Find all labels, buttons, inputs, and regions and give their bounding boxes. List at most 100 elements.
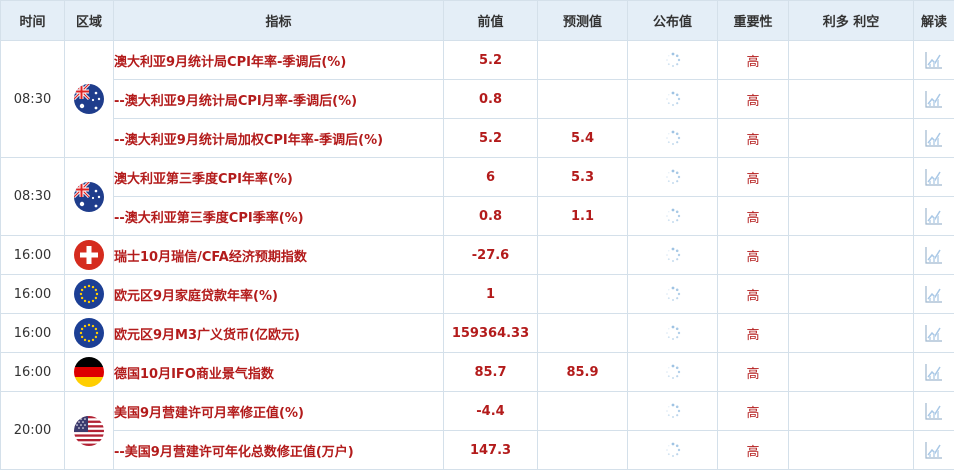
germany-flag-icon [74,357,104,387]
forecast-value: 85.9 [538,353,628,392]
analysis-link[interactable] [914,80,954,119]
table-row[interactable]: 16:00瑞士10月瑞信/CFA经济预期指数-27.6高 [1,236,954,275]
header-indicator: 指标 [114,1,444,41]
event-time: 16:00 [1,275,65,314]
impact-value [789,314,914,353]
actual-value [628,158,718,197]
line-chart-icon[interactable] [924,92,944,107]
loading-spinner-icon [665,92,681,107]
table-row[interactable]: 20:00美国9月营建许可月率修正值(%)-4.4高 [1,392,954,431]
table-row[interactable]: 08:30澳大利亚第三季度CPI年率(%)65.3高 [1,158,954,197]
indicator-name[interactable]: --美国9月营建许可年化总数修正值(万户) [114,431,444,470]
eu-flag-icon [74,279,104,309]
analysis-link[interactable] [914,41,954,80]
line-chart-icon[interactable] [924,326,944,341]
table-row[interactable]: --澳大利亚9月统计局加权CPI年率-季调后(%)5.25.4高 [1,119,954,158]
indicator-name[interactable]: 欧元区9月M3广义货币(亿欧元) [114,314,444,353]
line-chart-icon[interactable] [924,287,944,302]
indicator-name[interactable]: --澳大利亚9月统计局加权CPI年率-季调后(%) [114,119,444,158]
indicator-name[interactable]: 瑞士10月瑞信/CFA经济预期指数 [114,236,444,275]
header-forecast: 预测值 [538,1,628,41]
header-impact: 利多 利空 [789,1,914,41]
indicator-name[interactable]: 澳大利亚9月统计局CPI年率-季调后(%) [114,41,444,80]
region-flag [65,353,114,392]
indicator-name[interactable]: 澳大利亚第三季度CPI年率(%) [114,158,444,197]
indicator-name[interactable]: 德国10月IFO商业景气指数 [114,353,444,392]
region-flag [65,236,114,275]
analysis-link[interactable] [914,119,954,158]
analysis-link[interactable] [914,314,954,353]
importance-value: 高 [718,119,789,158]
previous-value: 0.8 [444,80,538,119]
analysis-link[interactable] [914,275,954,314]
analysis-link[interactable] [914,392,954,431]
header-previous: 前值 [444,1,538,41]
analysis-link[interactable] [914,431,954,470]
forecast-value: 5.4 [538,119,628,158]
actual-value [628,314,718,353]
line-chart-icon[interactable] [924,443,944,458]
previous-value: 159364.33 [444,314,538,353]
impact-value [789,353,914,392]
actual-value [628,275,718,314]
line-chart-icon[interactable] [924,248,944,263]
switzerland-flag-icon [74,240,104,270]
impact-value [789,80,914,119]
previous-value: 6 [444,158,538,197]
event-time: 16:00 [1,314,65,353]
table-row[interactable]: 08:30澳大利亚9月统计局CPI年率-季调后(%)5.2高 [1,41,954,80]
indicator-name[interactable]: 美国9月营建许可月率修正值(%) [114,392,444,431]
forecast-value [538,314,628,353]
table-row[interactable]: 16:00 欧元区9月M3广义货币(亿欧元)159364.33 高 [1,314,954,353]
indicator-name[interactable]: --澳大利亚9月统计局CPI月率-季调后(%) [114,80,444,119]
analysis-link[interactable] [914,158,954,197]
impact-value [789,158,914,197]
usa-flag-icon [74,416,104,446]
header-region: 区域 [65,1,114,41]
previous-value: 5.2 [444,41,538,80]
impact-value [789,197,914,236]
importance-value: 高 [718,314,789,353]
actual-value [628,353,718,392]
actual-value [628,41,718,80]
analysis-link[interactable] [914,353,954,392]
indicator-name[interactable]: 欧元区9月家庭贷款年率(%) [114,275,444,314]
actual-value [628,197,718,236]
previous-value: 147.3 [444,431,538,470]
table-row[interactable]: --澳大利亚第三季度CPI季率(%)0.81.1高 [1,197,954,236]
line-chart-icon[interactable] [924,209,944,224]
line-chart-icon[interactable] [924,131,944,146]
importance-value: 高 [718,158,789,197]
table-row[interactable]: 16:00 德国10月IFO商业景气指数85.785.9 高 [1,353,954,392]
analysis-link[interactable] [914,197,954,236]
line-chart-icon[interactable] [924,365,944,380]
event-time: 16:00 [1,353,65,392]
indicator-name[interactable]: --澳大利亚第三季度CPI季率(%) [114,197,444,236]
impact-value [789,392,914,431]
region-flag [65,41,114,158]
loading-spinner-icon [665,326,681,341]
loading-spinner-icon [665,248,681,263]
table-header-row: 时间 区域 指标 前值 预测值 公布值 重要性 利多 利空 解读 [1,1,954,41]
table-row[interactable]: --美国9月营建许可年化总数修正值(万户)147.3高 [1,431,954,470]
line-chart-icon[interactable] [924,170,944,185]
previous-value: 85.7 [444,353,538,392]
region-flag [65,158,114,236]
analysis-link[interactable] [914,236,954,275]
forecast-value [538,236,628,275]
importance-value: 高 [718,80,789,119]
actual-value [628,392,718,431]
loading-spinner-icon [665,443,681,458]
event-time: 08:30 [1,41,65,158]
table-row[interactable]: --澳大利亚9月统计局CPI月率-季调后(%)0.8 高 [1,80,954,119]
actual-value [628,236,718,275]
impact-value [789,236,914,275]
importance-value: 高 [718,353,789,392]
line-chart-icon[interactable] [924,404,944,419]
previous-value: 0.8 [444,197,538,236]
header-actual: 公布值 [628,1,718,41]
table-row[interactable]: 16:00欧元区9月家庭贷款年率(%)1高 [1,275,954,314]
eu-flag-icon [74,318,104,348]
line-chart-icon[interactable] [924,53,944,68]
previous-value: -27.6 [444,236,538,275]
